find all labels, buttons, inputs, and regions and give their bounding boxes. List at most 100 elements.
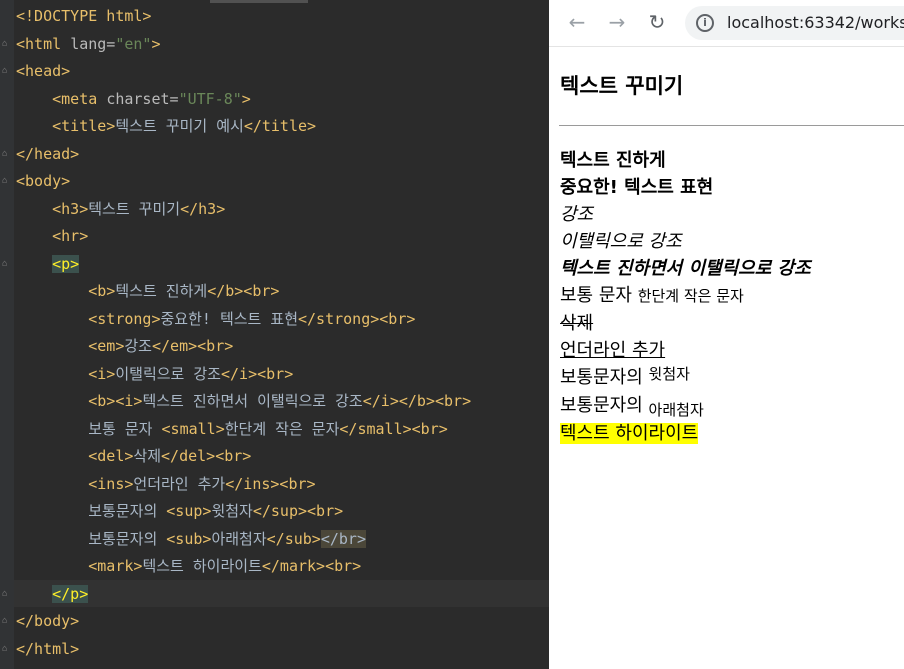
code-token: <mark> bbox=[88, 557, 143, 575]
code-line[interactable]: <strong>중요한! 텍스트 표현</strong><br> bbox=[16, 306, 471, 334]
code-editor[interactable]: ⌂ ⌂ ⌂ ⌂ ⌂ ⌂ ⌂ ⌂ <!DOCTYPE html> <html lang="en">… bbox=[0, 0, 549, 669]
code-token: </sup><br> bbox=[252, 502, 344, 520]
fold-marker-icon[interactable]: ⌂ bbox=[2, 177, 11, 186]
code-token: 텍스트 하이라이트 bbox=[142, 557, 262, 575]
arrow-right-icon[interactable]: → bbox=[603, 8, 631, 36]
code-token: <body> bbox=[16, 172, 71, 190]
code-line[interactable]: </p> bbox=[16, 581, 471, 609]
horizontal-rule bbox=[559, 125, 904, 126]
code-line[interactable]: <title>텍스트 꾸미기 예시</title> bbox=[16, 113, 471, 141]
code-line[interactable]: 보통문자의 <sub>아래첨자</sub></br> bbox=[16, 526, 471, 554]
strong-text: 중요한! 텍스트 표현 bbox=[560, 177, 714, 198]
code-token: <html bbox=[16, 34, 71, 53]
code-token: <meta bbox=[52, 89, 107, 108]
code-token: "en" bbox=[115, 34, 152, 53]
code-token: 보통문자의 bbox=[16, 529, 167, 548]
code-line[interactable]: </body> bbox=[16, 608, 471, 636]
info-icon[interactable]: i bbox=[696, 14, 714, 32]
fold-marker-icon[interactable]: ⌂ bbox=[2, 67, 11, 76]
inserted-text: 언더라인 추가 bbox=[560, 340, 666, 361]
code-token: </p> bbox=[52, 584, 89, 603]
code-token: <ins> bbox=[88, 474, 134, 493]
sub-base-text: 보통문자의 bbox=[560, 395, 643, 416]
code-token: <!DOCTYPE html> bbox=[16, 7, 152, 25]
code-line[interactable]: <html lang="en"> bbox=[16, 31, 471, 59]
code-token: </small><br> bbox=[339, 419, 448, 438]
code-token: <head> bbox=[16, 62, 71, 80]
code-token: <p> bbox=[52, 254, 80, 273]
code-token: 보통 문자 bbox=[16, 419, 162, 438]
code-line[interactable]: <head> bbox=[16, 58, 471, 86]
fold-marker-icon[interactable]: ⌂ bbox=[2, 589, 11, 599]
code-token: <sub> bbox=[166, 529, 212, 548]
code-token: 텍스트 꾸미기 예시 bbox=[115, 117, 244, 135]
address-bar[interactable]: i localhost:63342/works bbox=[685, 6, 904, 40]
arrow-left-icon[interactable]: ← bbox=[563, 8, 591, 36]
fold-marker-icon[interactable]: ⌂ bbox=[2, 149, 11, 159]
code-line[interactable]: 보통 문자 <small>한단계 작은 문자</small><br> bbox=[16, 416, 471, 444]
code-token: </br> bbox=[320, 529, 366, 548]
code-line[interactable]: <body> bbox=[16, 168, 471, 196]
code-token: </i><br> bbox=[220, 364, 294, 383]
code-token: <small> bbox=[161, 419, 225, 438]
code-token: 이탤릭으로 강조 bbox=[115, 364, 221, 383]
editor-gutter: ⌂ ⌂ ⌂ ⌂ ⌂ ⌂ ⌂ ⌂ bbox=[0, 0, 14, 669]
page-heading: 텍스트 꾸미기 bbox=[560, 74, 684, 98]
code-token: 보통문자의 bbox=[16, 502, 167, 520]
code-line[interactable]: <meta charset="UTF-8"> bbox=[16, 86, 471, 114]
code-token: > bbox=[241, 89, 251, 108]
code-line[interactable]: </html> bbox=[16, 636, 471, 664]
code-line[interactable]: <i>이탤릭으로 강조</i><br> bbox=[16, 361, 471, 389]
code-token: <h3> bbox=[52, 199, 89, 218]
code-line[interactable]: <b>텍스트 진하게</b><br> bbox=[16, 278, 471, 306]
code-line[interactable]: <em>강조</em><br> bbox=[16, 333, 471, 361]
code-token: "UTF-8" bbox=[178, 89, 242, 108]
deleted-text: 삭제 bbox=[560, 313, 594, 334]
code-token: <em> bbox=[88, 337, 125, 355]
code-token: <i> bbox=[88, 364, 116, 383]
code-token: > bbox=[151, 34, 161, 53]
code-line[interactable]: <!DOCTYPE html> bbox=[16, 3, 471, 31]
code-token: 텍스트 진하면서 이탤릭으로 강조 bbox=[142, 392, 363, 410]
normal-text: 보통 문자 bbox=[560, 285, 632, 306]
code-line[interactable]: <b><i>텍스트 진하면서 이탤릭으로 강조</i></b><br> bbox=[16, 388, 471, 416]
code-token: <del> bbox=[88, 447, 134, 465]
code-line[interactable]: <p> bbox=[16, 251, 471, 279]
code-token: <sup> bbox=[166, 502, 212, 520]
code-line[interactable]: <hr> bbox=[16, 223, 471, 251]
fold-marker-icon[interactable]: ⌂ bbox=[2, 617, 11, 626]
bold-text: 텍스트 진하게 bbox=[560, 150, 666, 171]
italic-text: 이탤릭으로 강조 bbox=[560, 231, 682, 252]
code-line[interactable]: </head> bbox=[16, 141, 471, 169]
code-token: </b><br> bbox=[207, 282, 280, 300]
code-line[interactable]: <ins>언더라인 추가</ins><br> bbox=[16, 471, 471, 499]
code-token: 언더라인 추가 bbox=[133, 474, 226, 493]
code-line[interactable]: <mark>텍스트 하이라이트</mark><br> bbox=[16, 553, 471, 581]
code-token: </title> bbox=[243, 117, 317, 135]
fold-marker-icon[interactable]: ⌂ bbox=[2, 259, 11, 269]
code-line[interactable]: <h3>텍스트 꾸미기</h3> bbox=[16, 196, 471, 224]
address-url[interactable]: localhost:63342/works bbox=[727, 13, 904, 32]
code-token: <strong> bbox=[88, 309, 161, 328]
code-line[interactable]: 보통문자의 <sup>윗첨자</sup><br> bbox=[16, 498, 471, 526]
code-lines[interactable]: <!DOCTYPE html> <html lang="en"> <head> <m… bbox=[16, 3, 471, 663]
fold-marker-icon[interactable]: ⌂ bbox=[2, 39, 11, 49]
fold-marker-icon[interactable]: ⌂ bbox=[2, 644, 11, 654]
reload-icon[interactable]: ↻ bbox=[643, 8, 671, 36]
code-token: </ins><br> bbox=[225, 474, 316, 493]
bold-italic-text: 텍스트 진하면서 이탤릭으로 강조 bbox=[560, 258, 811, 279]
code-line[interactable]: <del>삭제</del><br> bbox=[16, 443, 471, 471]
code-token: <b><i> bbox=[88, 392, 143, 410]
code-token: </h3> bbox=[180, 199, 226, 218]
code-token: 강조 bbox=[124, 337, 152, 355]
code-token: <b> bbox=[88, 282, 116, 300]
